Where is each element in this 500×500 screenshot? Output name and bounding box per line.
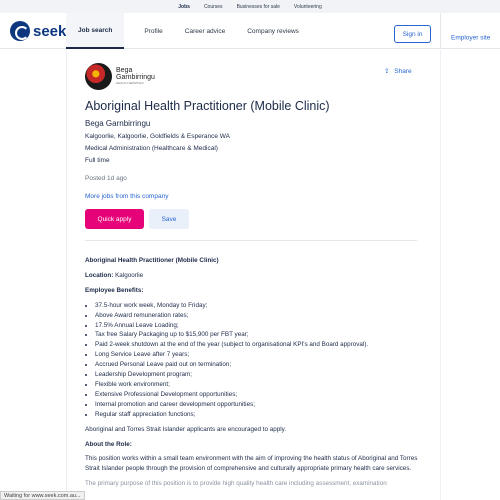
share-icon: ⇪ — [384, 68, 390, 75]
nav-profile[interactable]: Profile — [144, 13, 162, 49]
company-logo-line1: Bega — [116, 67, 133, 74]
employer-site-link[interactable]: Employer site — [451, 35, 490, 42]
nav-company-reviews[interactable]: Company reviews — [247, 13, 299, 49]
top-link-volunteering[interactable]: Volunteering — [294, 4, 322, 10]
page-border-left — [66, 50, 67, 500]
list-item: 37.5-hour work week, Monday to Friday; — [95, 301, 420, 311]
job-description: Aboriginal Health Practitioner (Mobile C… — [85, 256, 420, 489]
about-text: This position works within a small team … — [85, 455, 418, 473]
save-button[interactable]: Save — [149, 209, 189, 229]
location-value: Kalgoorlie — [113, 271, 144, 279]
top-link-businesses[interactable]: Businesses for sale — [237, 4, 280, 10]
job-category: Medical Administration (Healthcare & Med… — [85, 145, 218, 152]
sign-in-button[interactable]: Sign in — [394, 25, 431, 43]
job-detail: Bega Garnbirringu HEALTH SERVICES ⇪ Shar… — [85, 62, 420, 494]
list-item: Accrued Personal Leave paid out on termi… — [95, 360, 420, 370]
job-location: Kalgoorlie, Kalgoorlie, Goldfields & Esp… — [85, 133, 230, 140]
list-item: Above Award remuneration rates; — [95, 311, 420, 321]
job-title: Aboriginal Health Practitioner (Mobile C… — [85, 99, 330, 113]
list-item: Paid 2-week shutdown at the end of the y… — [95, 340, 420, 350]
seek-logo[interactable]: seek — [10, 21, 66, 41]
seek-logo-icon — [10, 21, 30, 41]
list-item: Extensive Professional Development oppor… — [95, 390, 420, 400]
browser-status-bar: Waiting for www.seek.com.au... — [0, 491, 85, 500]
company-emblem-icon — [85, 62, 112, 90]
top-link-jobs[interactable]: Jobs — [178, 4, 190, 10]
partial-text: The primary purpose of this position is … — [85, 480, 387, 488]
description-location: Location: Kalgoorlie — [85, 271, 420, 281]
company-logo-line3: HEALTH SERVICES — [116, 81, 144, 85]
encouraged-text: Aboriginal and Torres Strait Islander ap… — [85, 425, 287, 433]
benefits-heading: Employee Benefits: — [85, 286, 144, 294]
quick-apply-button[interactable]: Quick apply — [85, 209, 144, 229]
list-item: Leadership Development program; — [95, 370, 420, 380]
nav-career-advice[interactable]: Career advice — [185, 13, 225, 49]
location-label: Location: — [85, 271, 114, 279]
share-button[interactable]: ⇪ Share — [384, 67, 412, 75]
about-heading: About the Role: — [85, 440, 132, 448]
company-logo: Bega Garnbirringu HEALTH SERVICES — [85, 62, 163, 90]
page-border-right — [440, 50, 441, 500]
job-work-type: Full time — [85, 157, 110, 164]
list-item: Regular staff appreciation functions; — [95, 410, 420, 420]
list-item: Internal promotion and career developmen… — [95, 400, 420, 410]
description-heading: Aboriginal Health Practitioner (Mobile C… — [85, 257, 219, 264]
more-jobs-link[interactable]: More jobs from this company — [85, 193, 420, 200]
top-link-courses[interactable]: Courses — [204, 4, 223, 10]
list-item: Flexible work environment; — [95, 380, 420, 390]
posted-date: Posted 1d ago — [85, 175, 127, 182]
section-divider — [85, 240, 417, 241]
list-item: Tax free Salary Packaging up to $15,900 … — [95, 330, 420, 340]
company-logo-line2: Garnbirringu — [116, 74, 155, 81]
share-label: Share — [394, 68, 412, 75]
top-links-bar: Jobs Courses Businesses for sale Volunte… — [0, 0, 500, 13]
employer-name[interactable]: Bega Garnbirringu — [85, 119, 420, 128]
nav-job-search[interactable]: Job search — [66, 13, 125, 49]
list-item: 17.5% Annual Leave Loading; — [95, 321, 420, 331]
benefits-list: 37.5-hour work week, Monday to Friday; A… — [95, 301, 420, 420]
seek-logo-text: seek — [33, 22, 67, 40]
nav-divider — [440, 13, 441, 49]
main-nav: seek Job search Profile Career advice Co… — [0, 13, 500, 49]
list-item: Long Service Leave after 7 years; — [95, 350, 420, 360]
